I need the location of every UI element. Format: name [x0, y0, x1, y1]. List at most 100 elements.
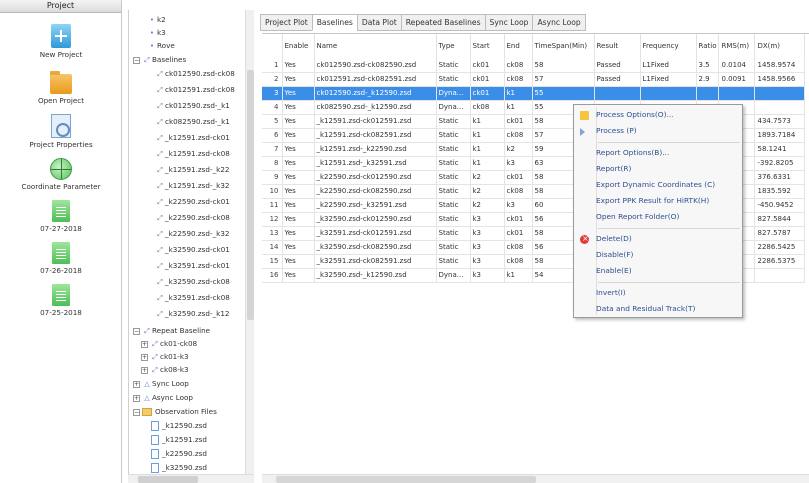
menu-item-delete[interactable]: Delete(D)	[574, 232, 742, 246]
tree-item-baseline[interactable]: ⤢ _k12591.zsd-_k32	[155, 179, 229, 192]
open-project-button[interactable]: Open Project	[0, 71, 122, 105]
tree-item-baseline[interactable]: ⤢ _k32590.zsd-ck01	[155, 243, 230, 256]
menu-item-data-residual-track[interactable]: Data and Residual Track(T)	[574, 302, 742, 316]
tree-horizontal-scrollbar[interactable]	[128, 474, 254, 483]
project-tree[interactable]: • k2 • k3 • Rove − ⤢ Baselines ⤢ ck012590.zsd-…	[128, 10, 254, 483]
row-number[interactable]: 3	[262, 86, 283, 101]
tree-item-baseline[interactable]: ⤢ ck082590.zsd-_k1	[155, 115, 230, 128]
scrollbar-thumb[interactable]	[247, 70, 254, 320]
menu-item-report[interactable]: Report(R)	[574, 162, 742, 176]
tree-item-baseline[interactable]: ⤢ _k22590.zsd-_k32	[155, 227, 229, 240]
tab-baselines[interactable]: Baselines	[311, 14, 357, 31]
column-header[interactable]: Start	[470, 34, 505, 58]
tree-item-k2[interactable]: • k2	[147, 13, 166, 26]
row-number[interactable]: 16	[262, 268, 283, 283]
menu-item-process[interactable]: Process (P)	[574, 124, 742, 138]
expand-icon[interactable]: +	[141, 340, 148, 348]
row-number[interactable]: 15	[262, 254, 283, 269]
menu-item-invert[interactable]: Invert(I)	[574, 286, 742, 300]
row-number[interactable]: 11	[262, 198, 283, 213]
column-header[interactable]: End	[504, 34, 533, 58]
row-number[interactable]: 5	[262, 114, 283, 129]
column-header[interactable]: TimeSpan(Min)	[532, 34, 595, 58]
tree-item-baseline[interactable]: ⤢ _k32590.zsd-ck08	[155, 275, 230, 288]
collapse-icon[interactable]: −	[133, 327, 140, 335]
column-header[interactable]: Result	[594, 34, 641, 58]
grid-horizontal-scrollbar[interactable]	[262, 474, 809, 483]
column-header[interactable]: RMS(m)	[718, 34, 756, 58]
row-number[interactable]: 10	[262, 184, 283, 199]
expand-icon[interactable]: +	[141, 353, 148, 361]
tree-item-baseline[interactable]: ⤢ _k22590.zsd-ck08	[155, 211, 230, 224]
menu-item-enable[interactable]: Enable(E)	[574, 264, 742, 278]
tab-sync-loop[interactable]: Sync Loop	[484, 14, 533, 31]
menu-item-export-dynamic-coordinates[interactable]: Export Dynamic Coordinates (C)	[574, 178, 742, 192]
tree-item-baseline[interactable]: ⤢ _k32590.zsd-_k12	[155, 307, 229, 320]
tree-item-observation-file[interactable]: _k12590.zsd	[151, 419, 207, 432]
tree-item-baseline[interactable]: ⤢ ck012590.zsd-ck08	[155, 67, 235, 80]
column-header[interactable]: Ratio	[696, 34, 720, 58]
tree-item-baseline[interactable]: ⤢ _k22590.zsd-ck01	[155, 195, 230, 208]
table-row[interactable]: 2 Yes ck012591.zsd-ck082591.zsd Static ck01 c…	[262, 72, 806, 87]
tree-item-rove[interactable]: • Rove	[147, 39, 175, 52]
project-2018-07-26[interactable]: 07-26-2018	[0, 242, 122, 275]
new-project-button[interactable]: New Project	[0, 24, 122, 59]
tree-node-repeat-baseline[interactable]: − ⤢ Repeat Baseline	[133, 324, 210, 337]
row-number[interactable]: 9	[262, 170, 283, 185]
tree-item-observation-file[interactable]: _k22590.zsd	[151, 447, 207, 460]
tree-item-baseline[interactable]: ⤢ _k12591.zsd-ck08	[155, 147, 230, 160]
tree-item-repeat[interactable]: + ⤢ ck08-k3	[141, 363, 189, 376]
tree-item-baseline[interactable]: ⤢ _k32591.zsd-ck01	[155, 259, 230, 272]
tree-node-baselines[interactable]: − ⤢ Baselines	[133, 53, 186, 66]
row-number[interactable]: 4	[262, 100, 283, 115]
menu-item-disable[interactable]: Disable(F)	[574, 248, 742, 262]
table-row[interactable]: 1 Yes ck012590.zsd-ck082590.zsd Static ck01 c…	[262, 58, 806, 73]
row-number[interactable]: 14	[262, 240, 283, 255]
column-header[interactable]	[262, 34, 283, 58]
row-number[interactable]: 7	[262, 142, 283, 157]
tree-item-baseline[interactable]: ⤢ _k12591.zsd-ck01	[155, 131, 230, 144]
menu-item-open-report-folder[interactable]: Open Report Folder(O)	[574, 210, 742, 224]
project-properties-button[interactable]: Project Properties	[0, 114, 122, 149]
scrollbar-thumb[interactable]	[138, 476, 198, 483]
tree-item-observation-file[interactable]: _k12591.zsd	[151, 433, 207, 446]
scrollbar-thumb[interactable]	[276, 476, 536, 483]
tab-repeated-baselines[interactable]: Repeated Baselines	[400, 14, 485, 31]
tab-async-loop[interactable]: Async Loop	[532, 14, 586, 31]
collapse-icon[interactable]: −	[133, 56, 140, 64]
tree-item-repeat[interactable]: + ⤢ ck01-ck08	[141, 337, 197, 350]
expand-icon[interactable]: +	[133, 380, 140, 388]
column-header[interactable]: Type	[436, 34, 471, 58]
tree-item-observation-file[interactable]: _k32590.zsd	[151, 461, 207, 474]
column-header[interactable]: DX(m)	[754, 34, 806, 58]
tree-node-sync-loop[interactable]: + △ Sync Loop	[133, 377, 189, 390]
table-row[interactable]: 3 Yes ck012590.zsd-_k12590.zsd Dyna... ck01 k…	[262, 86, 806, 101]
row-number[interactable]: 13	[262, 226, 283, 241]
tree-node-async-loop[interactable]: + △ Async Loop	[133, 391, 193, 404]
column-header[interactable]: Name	[314, 34, 437, 58]
tree-item-baseline[interactable]: ⤢ _k12591.zsd-_k22	[155, 163, 229, 176]
tree-item-repeat[interactable]: + ⤢ ck01-k3	[141, 350, 189, 363]
tree-item-baseline[interactable]: ⤢ ck012591.zsd-ck08	[155, 83, 235, 96]
tab-data-plot[interactable]: Data Plot	[356, 14, 401, 31]
collapse-icon[interactable]: −	[133, 408, 140, 416]
menu-item-process-options[interactable]: Process Options(O)...	[574, 108, 742, 122]
tree-item-baseline[interactable]: ⤢ ck012590.zsd-_k1	[155, 99, 230, 112]
row-number[interactable]: 1	[262, 58, 283, 73]
expand-icon[interactable]: +	[141, 366, 148, 374]
tree-node-observation-files[interactable]: − Observation Files	[133, 405, 217, 418]
row-number[interactable]: 6	[262, 128, 283, 143]
row-number[interactable]: 12	[262, 212, 283, 227]
coordinate-parameter-button[interactable]: Coordinate Parameter	[0, 158, 122, 191]
column-header[interactable]: Frequency	[640, 34, 697, 58]
menu-item-export-ppk-result[interactable]: Export PPK Result for HiRTK(H)	[574, 194, 742, 208]
column-header[interactable]: Enable	[282, 34, 315, 58]
tree-vertical-scrollbar[interactable]	[245, 10, 254, 483]
row-number[interactable]: 2	[262, 72, 283, 87]
tab-project-plot[interactable]: Project Plot	[260, 14, 312, 31]
project-2018-07-25[interactable]: 07-25-2018	[0, 284, 122, 317]
tree-item-baseline[interactable]: ⤢ _k32591.zsd-ck08	[155, 291, 230, 304]
row-number[interactable]: 8	[262, 156, 283, 171]
tree-item-k3[interactable]: • k3	[147, 26, 166, 39]
menu-item-report-options[interactable]: Report Options(B)...	[574, 146, 742, 160]
